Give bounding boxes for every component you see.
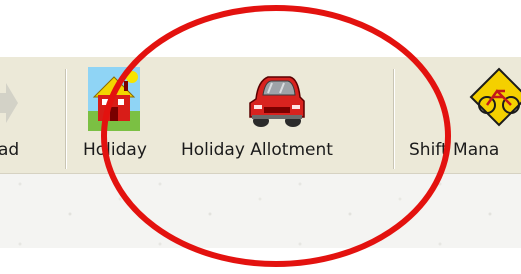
holiday-button[interactable]: Holiday — [75, 57, 165, 174]
house-icon — [88, 67, 140, 131]
holiday-label: Holiday — [83, 140, 147, 160]
toolbar-separator — [65, 69, 67, 169]
shift-management-button[interactable]: Shift Mana — [405, 57, 521, 174]
holiday-allotment-label: Holiday Allotment — [181, 140, 333, 160]
car-icon — [249, 76, 305, 127]
holiday-allotment-button[interactable]: Holiday Allotment — [175, 57, 380, 174]
toolbar-button-load[interactable]: ad — [0, 57, 60, 174]
bicycle-sign-icon — [469, 67, 521, 127]
toolbar-separator — [393, 69, 395, 169]
download-icon — [0, 83, 18, 123]
shift-management-label: Shift Mana — [409, 140, 500, 160]
content-area — [0, 174, 521, 248]
toolbar-button-label: ad — [0, 140, 20, 160]
toolbar: ad Holiday Holiday Allotment Shift Mana — [0, 57, 521, 174]
